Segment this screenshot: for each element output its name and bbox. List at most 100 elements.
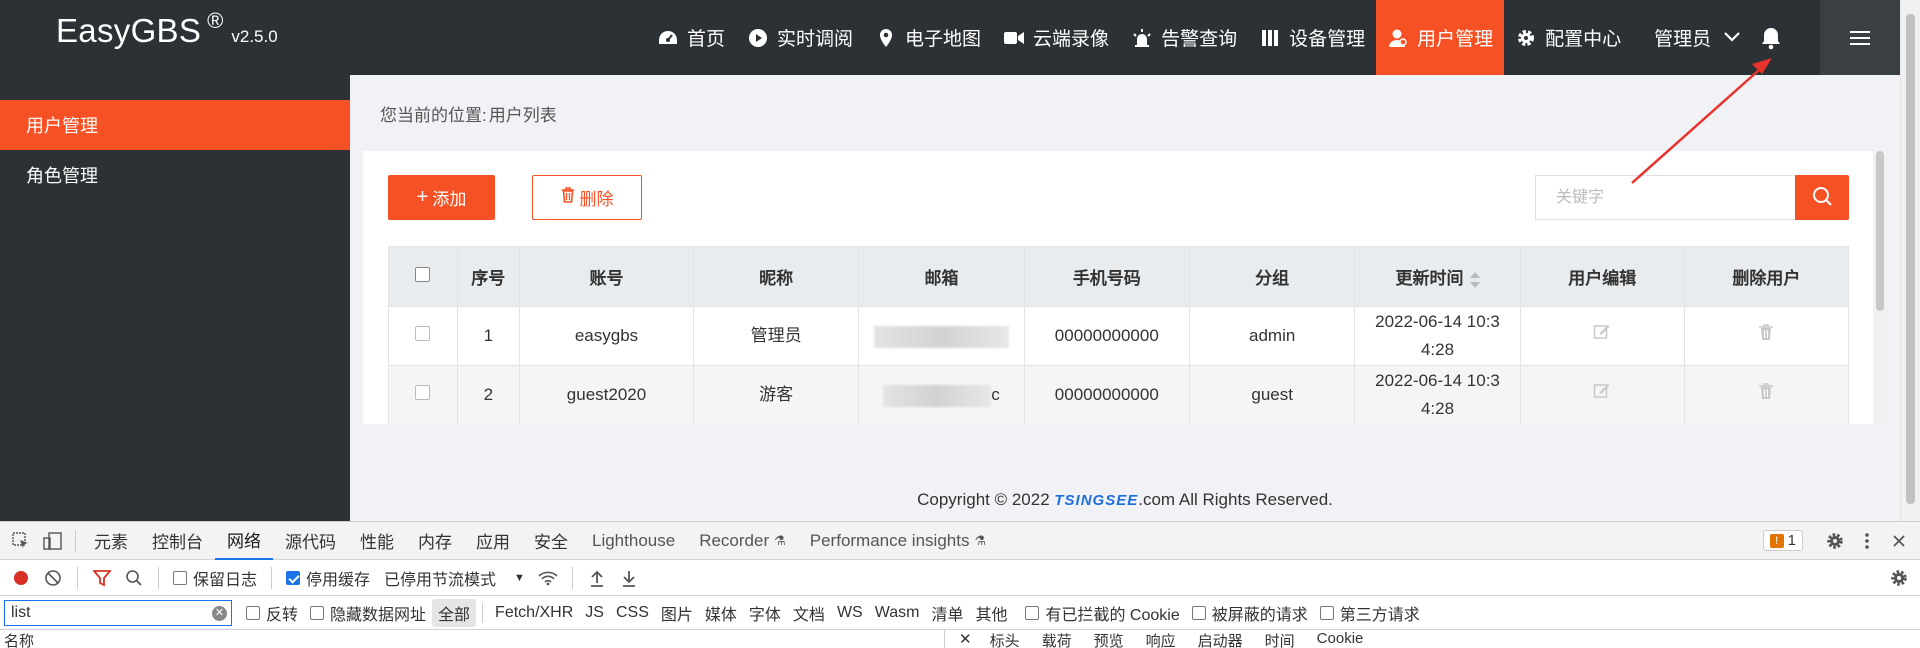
name-column-header[interactable]: 名称 [0, 630, 945, 648]
detail-tab-headers[interactable]: 标头 [990, 630, 1020, 648]
filter-type-wasm[interactable]: Wasm [869, 604, 926, 622]
detail-tab-payload[interactable]: 载荷 [1042, 630, 1072, 648]
edit-icon[interactable] [1593, 384, 1611, 404]
devtools-tab-performance[interactable]: 性能 [348, 522, 406, 560]
detail-tab-cookies[interactable]: Cookie [1317, 630, 1364, 648]
devtools-tab-elements[interactable]: 元素 [82, 522, 140, 560]
email-visible-fragment: c [991, 385, 1000, 404]
nav-item-home[interactable]: 首页 [646, 0, 736, 75]
nav-item-users[interactable]: 用户管理 [1376, 0, 1505, 75]
checkbox-label: 隐藏数据网址 [330, 606, 427, 624]
hamburger-menu-icon[interactable] [1820, 0, 1900, 75]
row-checkbox[interactable] [415, 326, 431, 341]
main-nav: 首页 实时调阅 电子地图 云端录像 告警查询 设备管理 用户管理 配置中心 管理… [646, 0, 1759, 75]
settings-gear-icon[interactable] [1824, 530, 1846, 552]
more-options-icon[interactable] [1856, 530, 1878, 552]
sidebar-item-roles[interactable]: 角色管理 [0, 150, 350, 200]
delete-users-button[interactable]: 删除 [532, 175, 642, 220]
network-conditions-icon[interactable] [537, 567, 559, 589]
devtools-tab-network[interactable]: 网络 [215, 522, 273, 560]
devtools-tab-security[interactable]: 安全 [522, 522, 580, 560]
issues-badge[interactable]: ! 1 [1762, 530, 1803, 551]
devtools-tab-memory[interactable]: 内存 [406, 522, 464, 560]
blocked-cookies-checkbox[interactable]: 有已拦截的 Cookie [1025, 601, 1180, 625]
nav-label: 实时调阅 [777, 29, 854, 50]
devtools-tab-recorder[interactable]: Recorder ⚗ [687, 522, 798, 560]
invert-checkbox[interactable]: 反转 [246, 601, 298, 625]
column-header-sortable[interactable]: 更新时间 [1354, 246, 1521, 307]
scrollbar-thumb[interactable] [1906, 14, 1915, 504]
network-settings-gear-icon[interactable] [1888, 567, 1910, 589]
checkbox-label: 有已拦截的 Cookie [1045, 606, 1180, 624]
device-toolbar-icon[interactable] [42, 530, 64, 552]
add-user-button[interactable]: + 添加 [388, 175, 495, 220]
trash-icon[interactable] [1758, 383, 1774, 404]
page-scrollbar[interactable] [1900, 0, 1920, 521]
filter-type-media[interactable]: 媒体 [699, 601, 743, 625]
detail-tab-initiator[interactable]: 启动器 [1198, 630, 1243, 648]
disable-cache-checkbox[interactable]: 停用缓存 [286, 566, 370, 590]
search-button[interactable] [1795, 175, 1849, 220]
filter-type-img[interactable]: 图片 [655, 601, 699, 625]
user-menu[interactable]: 管理员 [1632, 0, 1759, 75]
record-icon[interactable] [10, 567, 32, 589]
sort-icon[interactable] [1469, 271, 1480, 288]
filter-input[interactable]: list ✕ [4, 599, 232, 626]
close-icon[interactable]: ✕ [959, 630, 972, 648]
scrollbar-thumb[interactable] [1876, 151, 1884, 311]
export-har-icon[interactable] [618, 567, 640, 589]
detail-tab-preview[interactable]: 预览 [1094, 630, 1124, 648]
nav-item-config[interactable]: 配置中心 [1504, 0, 1632, 75]
filter-type-js[interactable]: JS [579, 604, 610, 622]
trash-icon[interactable] [1758, 324, 1774, 345]
keyword-search-input[interactable] [1535, 175, 1813, 220]
clear-filter-icon[interactable]: ✕ [212, 605, 227, 621]
row-select-cell [388, 306, 458, 366]
import-har-icon[interactable] [586, 567, 608, 589]
updated-line: 2022-06-14 10:3 [1375, 371, 1500, 390]
filter-type-all[interactable]: 全部 [432, 598, 477, 627]
nav-item-live[interactable]: 实时调阅 [736, 0, 864, 75]
filter-icon[interactable] [91, 567, 113, 589]
preserve-log-checkbox[interactable]: 保留日志 [173, 566, 257, 590]
alarm-light-icon [1131, 27, 1153, 49]
detail-tab-timing[interactable]: 时间 [1265, 630, 1295, 648]
sidebar-item-users[interactable]: 用户管理 [0, 100, 350, 150]
nav-item-alarm[interactable]: 告警查询 [1120, 0, 1248, 75]
filter-type-other[interactable]: 其他 [969, 601, 1013, 625]
devtools-tab-sources[interactable]: 源代码 [273, 522, 348, 560]
nav-item-devices[interactable]: 设备管理 [1248, 0, 1376, 75]
brand-logo[interactable]: EasyGBS ® v2.5.0 [56, 8, 278, 50]
inspect-element-icon[interactable] [10, 530, 32, 552]
detail-tab-response[interactable]: 响应 [1146, 630, 1176, 648]
filter-type-ws[interactable]: WS [831, 604, 869, 622]
filter-type-doc[interactable]: 文档 [787, 601, 831, 625]
third-party-checkbox[interactable]: 第三方请求 [1319, 601, 1420, 625]
nav-item-map[interactable]: 电子地图 [864, 0, 992, 75]
filter-type-fetch[interactable]: Fetch/XHR [489, 604, 579, 622]
throttling-select[interactable]: 已停用节流模式 ▼ [384, 566, 525, 590]
bell-icon[interactable] [1755, 22, 1787, 54]
hide-data-urls-checkbox[interactable]: 隐藏数据网址 [310, 601, 426, 625]
breadcrumb-prefix: 您当前的位置: [380, 106, 487, 125]
filter-type-css[interactable]: CSS [610, 604, 655, 622]
filter-value: list [11, 603, 31, 621]
edit-icon[interactable] [1593, 325, 1611, 345]
close-icon[interactable] [1888, 530, 1910, 552]
divider [482, 602, 484, 623]
blocked-requests-checkbox[interactable]: 被屏蔽的请求 [1191, 601, 1308, 625]
sidebar: 用户管理 角色管理 [0, 75, 350, 521]
panel-scrollbar[interactable] [1874, 151, 1886, 424]
filter-type-font[interactable]: 字体 [743, 601, 787, 625]
search-icon[interactable] [123, 567, 145, 589]
filter-type-manifest[interactable]: 清单 [925, 601, 969, 625]
devtools-tab-performance-insights[interactable]: Performance insights ⚗ [798, 522, 998, 560]
devtools-tab-console[interactable]: 控制台 [140, 522, 215, 560]
clear-icon[interactable] [42, 567, 64, 589]
row-checkbox[interactable] [415, 385, 431, 400]
devtools-tab-application[interactable]: 应用 [464, 522, 522, 560]
devtools-tab-lighthouse[interactable]: Lighthouse [580, 522, 687, 560]
detail-tabs: ✕ 标头 载荷 预览 响应 启动器 时间 Cookie [945, 630, 1363, 648]
select-all-checkbox[interactable] [415, 266, 431, 282]
nav-item-record[interactable]: 云端录像 [992, 0, 1120, 75]
